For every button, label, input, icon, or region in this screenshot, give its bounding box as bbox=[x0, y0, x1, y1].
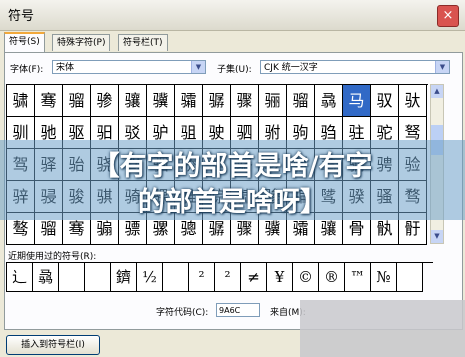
char-cell[interactable]: 骞 bbox=[35, 85, 63, 117]
caption-banner: 【有字的部首是啥/有字 的部首是啥呀】 bbox=[0, 140, 465, 220]
recent-char-cell[interactable]: 辶 bbox=[7, 263, 33, 292]
selected-char-cell[interactable]: 马 bbox=[343, 85, 371, 117]
recent-char-cell[interactable] bbox=[85, 263, 111, 292]
blurred-area bbox=[300, 300, 465, 357]
title-bar: 符号 × bbox=[0, 0, 465, 31]
recent-char-cell[interactable]: 骉 bbox=[33, 263, 59, 292]
recent-char-cell[interactable]: ¥ bbox=[267, 263, 293, 292]
subset-select[interactable]: CJK 统一汉字 ▼ bbox=[260, 60, 450, 74]
char-cell[interactable]: 骉 bbox=[315, 85, 343, 117]
scroll-down-icon[interactable]: ▼ bbox=[431, 230, 443, 243]
char-cell[interactable]: 骦 bbox=[175, 85, 203, 117]
recent-symbols: 辶骉鑇 ½ ² ² ≠ ¥ © ® ™ № bbox=[6, 262, 433, 292]
char-cell[interactable]: 骕 bbox=[7, 85, 35, 117]
char-cell[interactable]: 骊 bbox=[259, 85, 287, 117]
char-cell[interactable]: 骝 bbox=[63, 85, 91, 117]
char-cell[interactable]: 驮 bbox=[399, 85, 427, 117]
recent-char-cell[interactable]: ™ bbox=[345, 263, 371, 292]
char-code-label: 字符代码(C): bbox=[156, 308, 209, 318]
recent-char-cell[interactable]: 鑇 bbox=[111, 263, 137, 292]
char-cell[interactable]: 骖 bbox=[91, 85, 119, 117]
recent-char-cell[interactable]: © bbox=[293, 263, 319, 292]
tab-symbols[interactable]: 符号(S) bbox=[4, 32, 45, 52]
font-select[interactable]: 宋体 ▼ bbox=[52, 60, 206, 74]
recent-char-cell[interactable]: ½ bbox=[137, 263, 163, 292]
tab-special-chars[interactable]: 特殊字符(P) bbox=[52, 34, 111, 51]
font-value: 宋体 bbox=[56, 63, 75, 73]
recent-char-cell[interactable]: № bbox=[371, 263, 397, 292]
tab-symbol-bar[interactable]: 符号栏(T) bbox=[118, 34, 168, 51]
recent-label: 近期使用过的符号(R): bbox=[8, 252, 97, 262]
banner-line-2: 的部首是啥呀】 bbox=[138, 187, 327, 218]
char-cell[interactable]: 驭 bbox=[371, 85, 399, 117]
recent-char-cell[interactable] bbox=[59, 263, 85, 292]
scroll-up-icon[interactable]: ▲ bbox=[431, 85, 443, 98]
recent-char-cell[interactable]: ² bbox=[189, 263, 215, 292]
chevron-down-icon[interactable]: ▼ bbox=[191, 61, 205, 73]
close-button[interactable]: × bbox=[437, 5, 459, 27]
window-title: 符号 bbox=[8, 9, 35, 24]
banner-line-1: 【有字的部首是啥/有字 bbox=[92, 151, 373, 182]
char-code-field[interactable]: 9A6C bbox=[216, 303, 260, 317]
char-cell[interactable]: 骣 bbox=[203, 85, 231, 117]
recent-char-cell[interactable]: ® bbox=[319, 263, 345, 292]
recent-char-cell[interactable]: ² bbox=[215, 263, 241, 292]
char-cell[interactable]: 骝 bbox=[287, 85, 315, 117]
subset-label: 子集(U): bbox=[217, 65, 252, 75]
subset-value: CJK 统一汉字 bbox=[264, 63, 318, 73]
font-label: 字体(F): bbox=[10, 65, 44, 75]
recent-char-cell[interactable] bbox=[163, 263, 189, 292]
insert-to-symbol-bar-button[interactable]: 插入到符号栏(I) bbox=[6, 335, 100, 355]
char-cell[interactable]: 骥 bbox=[147, 85, 175, 117]
recent-char-cell[interactable] bbox=[397, 263, 423, 292]
char-cell[interactable]: 骧 bbox=[119, 85, 147, 117]
chevron-down-icon[interactable]: ▼ bbox=[435, 61, 449, 73]
recent-char-cell[interactable]: ≠ bbox=[241, 263, 267, 292]
char-cell[interactable]: 骤 bbox=[231, 85, 259, 117]
